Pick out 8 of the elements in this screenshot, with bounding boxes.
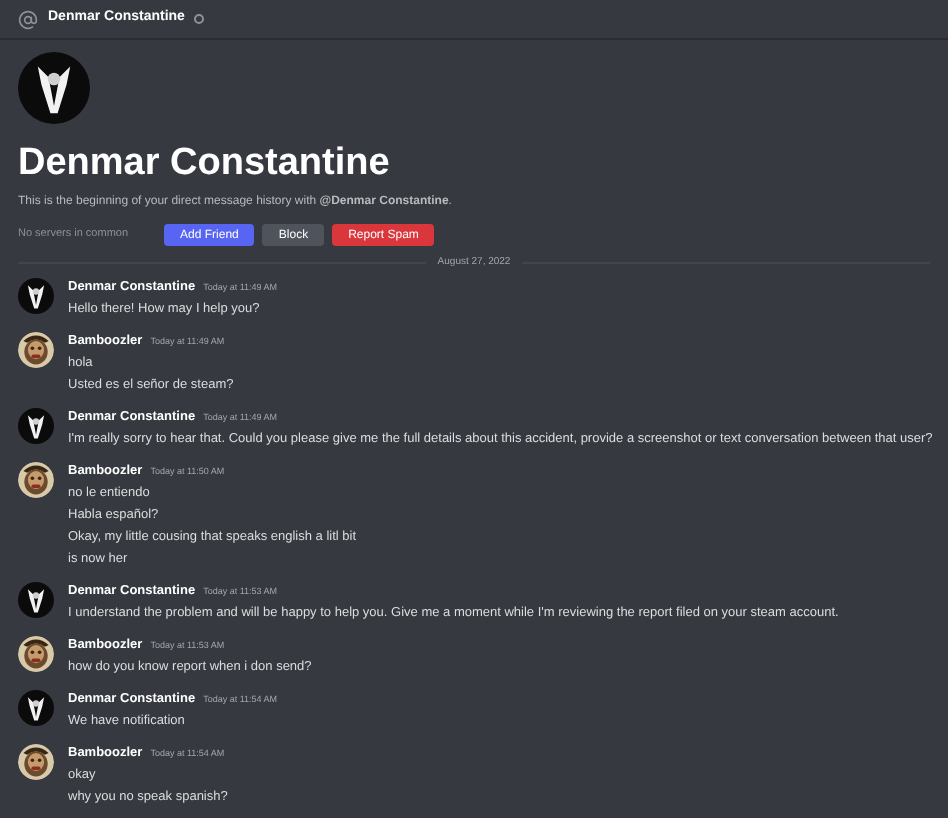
user-avatar-icon — [18, 581, 54, 617]
user-avatar-icon — [18, 407, 54, 443]
profile-name: Denmar Constantine — [18, 144, 392, 182]
status-icon — [194, 14, 205, 24]
profile-avatar-icon — [18, 52, 90, 124]
at-sign-icon — [18, 9, 38, 29]
user-avatar-icon — [18, 689, 54, 725]
user-avatar-icon — [18, 277, 54, 313]
